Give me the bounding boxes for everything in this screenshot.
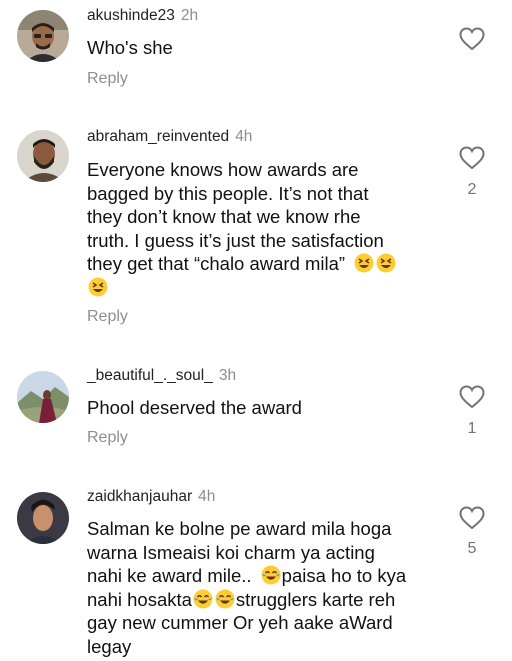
grinning-squinting-face-emoji-icon xyxy=(88,277,108,297)
comment-line: Salman ke bolne pe award mila hoga xyxy=(87,518,392,539)
like-count[interactable]: 5 xyxy=(464,540,480,558)
timestamp: 4h xyxy=(198,488,216,505)
user-avatar-bearded-man-icon xyxy=(17,130,69,182)
avatar[interactable] xyxy=(17,10,69,62)
comment-line: Everyone knows how awards are xyxy=(87,159,359,180)
comment-text: Salman ke bolne pe award mila hoga warna… xyxy=(87,517,447,658)
like-count[interactable]: 1 xyxy=(464,420,480,438)
grinning-squinting-face-emoji-icon xyxy=(376,253,396,273)
comment-text: Everyone knows how awards are bagged by … xyxy=(87,158,447,299)
comment-line-text: nahi ke award mile.. xyxy=(87,565,252,586)
face-with-tears-of-joy-emoji-icon xyxy=(193,589,213,609)
grinning-squinting-face-emoji-icon xyxy=(354,253,374,273)
comment-line-text: paisa ho to kya xyxy=(281,565,407,586)
comment-header: abraham_reinvented 4h xyxy=(87,127,252,147)
comment-line: legay xyxy=(87,635,132,657)
face-with-tears-of-joy-emoji-icon xyxy=(261,565,281,585)
avatar[interactable] xyxy=(17,492,69,544)
timestamp: 3h xyxy=(218,367,237,384)
comment-text: Who's she xyxy=(87,36,427,60)
comment-text: Phool deserved the award xyxy=(87,396,427,420)
comment-line: Phool deserved the award xyxy=(87,397,302,418)
comment-header: _beautiful_._soul_ 3h xyxy=(87,366,236,386)
comment-line xyxy=(87,276,447,300)
user-avatar-young-man-icon xyxy=(17,492,69,544)
comment-line: truth. I guess it’s just the satisfactio… xyxy=(87,229,384,251)
avatar[interactable] xyxy=(17,130,69,182)
timestamp: 2h xyxy=(180,7,199,24)
comment-line-text: they get that “chalo award mila” xyxy=(87,253,346,274)
comment-line: bagged by this people. It’s not that xyxy=(87,182,369,204)
comment-line: they don’t know that we know rhe xyxy=(87,206,361,227)
heart-icon[interactable] xyxy=(459,385,485,409)
comment-line: warna Ismeaisi koi charm ya acting xyxy=(87,541,375,563)
reply-button[interactable]: Reply xyxy=(87,308,128,326)
comment-line: Who's she xyxy=(87,37,173,58)
avatar[interactable] xyxy=(17,371,69,423)
heart-icon[interactable] xyxy=(459,27,485,51)
user-avatar-landscape-woman-icon xyxy=(17,371,69,423)
comment-line: they get that “chalo award mila” xyxy=(87,252,447,276)
comment-header: akushinde23 2h xyxy=(87,6,198,26)
comment-line: gay new cummer Or yeh aake aWard xyxy=(87,612,393,633)
username[interactable]: abraham_reinvented xyxy=(87,128,229,145)
comment-line: nahi hosakta strugglers karte reh xyxy=(87,588,447,612)
user-avatar-man-glasses-icon xyxy=(17,10,69,62)
heart-icon[interactable] xyxy=(459,506,485,530)
reply-button[interactable]: Reply xyxy=(87,429,128,447)
face-with-tears-of-joy-emoji-icon xyxy=(215,589,235,609)
heart-icon[interactable] xyxy=(459,146,485,170)
reply-button[interactable]: Reply xyxy=(87,70,128,88)
comment-line-text: nahi hosakta xyxy=(87,588,192,610)
username[interactable]: zaidkhanjauhar xyxy=(87,488,192,505)
username[interactable]: akushinde23 xyxy=(87,7,175,24)
like-count[interactable]: 2 xyxy=(464,181,480,199)
comment-line-text: strugglers karte reh xyxy=(235,588,396,610)
comment-line: nahi ke award mile.. paisa ho to kya xyxy=(87,564,447,588)
timestamp: 4h xyxy=(235,128,253,145)
username[interactable]: _beautiful_._soul_ xyxy=(87,367,213,384)
comment-header: zaidkhanjauhar 4h xyxy=(87,487,215,507)
